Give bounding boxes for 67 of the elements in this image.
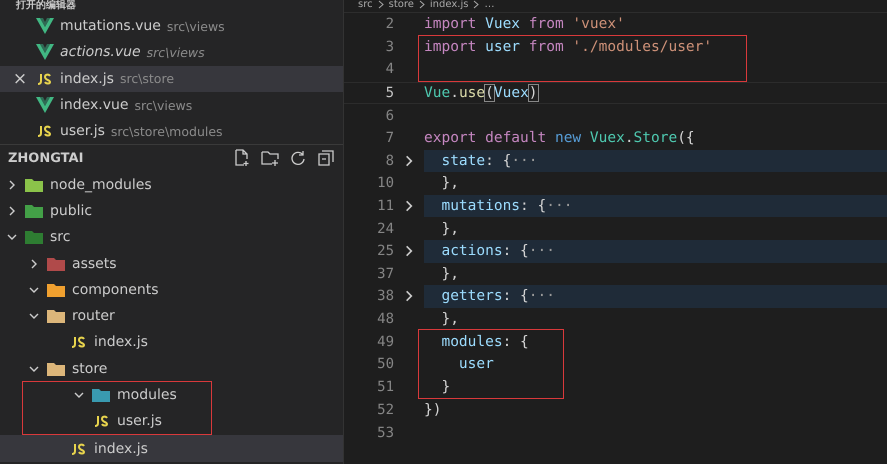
line-number: 11 [376, 198, 394, 214]
line-number: 8 [384, 152, 394, 169]
folder-item[interactable]: store [0, 356, 343, 382]
code-line: }) [424, 401, 442, 420]
folder-item[interactable]: router [0, 302, 343, 330]
new-folder-icon[interactable] [261, 149, 279, 168]
code-line: Vue.use(Vuex) [424, 84, 539, 104]
line-number: 10 [376, 175, 394, 192]
breadcrumb-item[interactable]: … [484, 0, 494, 10]
line-number: 5 [384, 85, 394, 102]
line-number: 52 [376, 402, 394, 418]
folder-item[interactable]: src [0, 224, 343, 250]
line-number: 25 [376, 243, 394, 260]
line-number: 3 [384, 38, 394, 55]
file-item[interactable]: index.js [0, 329, 343, 356]
line-number: 48 [376, 311, 394, 328]
line-number: 38 [376, 288, 394, 304]
js-file-icon [70, 442, 88, 455]
js-file-icon [70, 336, 88, 348]
line-number: 2 [384, 16, 394, 32]
line-number: 37 [376, 266, 394, 282]
line-number: 50 [376, 356, 394, 372]
line-number: 51 [376, 378, 394, 395]
code-line: modules: { [440, 332, 529, 352]
refresh-icon[interactable] [289, 149, 307, 168]
js-file-icon [36, 125, 54, 138]
code-line: }, [440, 264, 460, 284]
code-line: }, [440, 174, 460, 194]
file-item[interactable]: index.js [0, 435, 343, 462]
js-file-icon [36, 72, 54, 85]
v-logo-icon [36, 97, 54, 114]
code-line: import user from './modules/user' [424, 38, 712, 57]
open-editor-item[interactable]: × index.js src\store [0, 66, 343, 92]
line-number: 6 [384, 108, 394, 124]
new-file-icon[interactable] [233, 149, 251, 168]
chevron-right-icon [376, 0, 385, 9]
breadcrumb-item[interactable]: store [388, 0, 414, 10]
code-line: }, [440, 220, 460, 239]
section-title: ZHONGTAI [8, 150, 84, 166]
code-line: user [458, 355, 495, 374]
v-logo-icon [36, 44, 54, 60]
collapse-icon[interactable] [317, 149, 335, 168]
open-editor-item[interactable]: user.js src\store\modules [0, 118, 343, 144]
folder-item[interactable]: assets [0, 250, 343, 277]
folder-item[interactable]: modules [23, 382, 211, 408]
file-item[interactable]: user.js [23, 408, 211, 434]
code-line: export default new Vuex.Store({ [424, 129, 696, 148]
open-editor-item[interactable]: actions.vue src\views [0, 39, 343, 66]
open-editor-item[interactable]: mutations.vue src\views [0, 13, 343, 40]
folder-item[interactable]: components [0, 276, 343, 303]
line-number: 4 [384, 61, 394, 78]
close-icon[interactable]: × [10, 68, 30, 89]
code-line: }, [440, 310, 460, 330]
chevron-right-icon [472, 0, 480, 9]
line-number: 53 [376, 424, 394, 441]
folder-item[interactable]: node_modules [0, 171, 343, 198]
code-line: import Vuex from 'vuex' [424, 15, 626, 34]
line-number: 49 [376, 334, 394, 350]
folder-item[interactable]: public [0, 198, 343, 224]
code-line: } [440, 378, 452, 397]
chevron-right-icon [418, 0, 426, 9]
breadcrumb-item[interactable]: src [358, 0, 373, 10]
line-number: 7 [384, 130, 394, 146]
v-logo-icon [36, 18, 54, 34]
js-file-icon [93, 415, 111, 428]
line-number: 24 [376, 220, 394, 237]
open-editor-item[interactable]: index.vue src\views [0, 92, 343, 118]
